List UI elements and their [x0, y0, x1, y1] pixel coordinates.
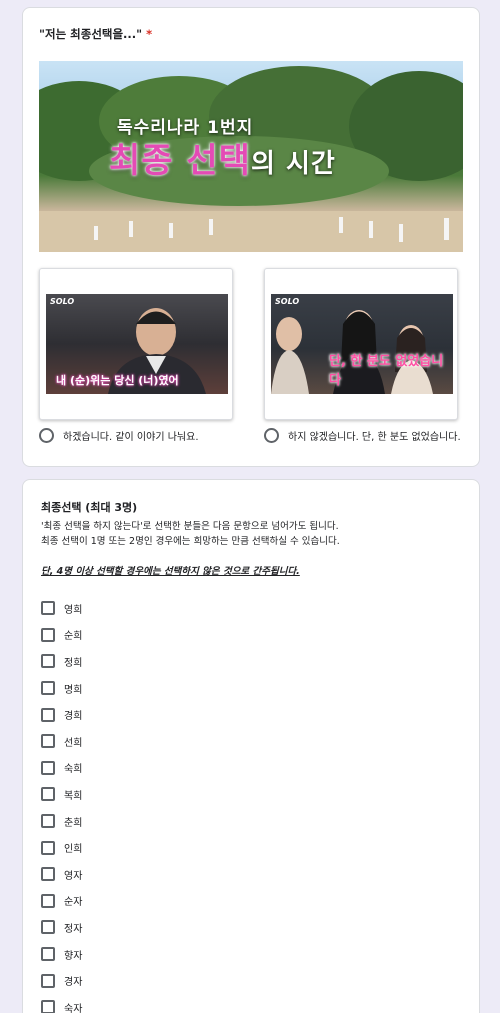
thumbnail-caption: 단, 한 분도 없었습니다	[329, 354, 444, 388]
checkbox-label: 춘희	[64, 817, 83, 829]
radio-option-no[interactable]: 하지 않겠습니다. 단, 한 분도 없었습니다.	[264, 428, 461, 443]
option-image-card-yes[interactable]: SOLO 내 (순)위는 당신 (너)였어	[39, 268, 233, 420]
checkbox-option[interactable]: 순희	[41, 622, 82, 649]
checkbox[interactable]	[41, 627, 55, 642]
radio-button[interactable]	[39, 428, 54, 443]
checkbox[interactable]	[41, 760, 55, 775]
checkbox-label: 인희	[64, 844, 83, 856]
solo-logo: SOLO	[275, 297, 300, 306]
checkbox-list: 영희순희정희명희경희선희숙희복희춘희인희영자순자정자향자경자숙자	[41, 595, 82, 1013]
checkbox-option[interactable]: 경희	[41, 701, 82, 728]
question-card-final-choice-select: 최종선택 (최대 3명) '최종 선택을 하지 않는다'로 선택한 분들은 다음…	[22, 479, 480, 1013]
checkbox[interactable]	[41, 787, 55, 802]
checkbox-label: 숙자	[64, 1003, 83, 1013]
checkbox[interactable]	[41, 920, 55, 935]
checkbox-option[interactable]: 향자	[41, 941, 82, 968]
checkbox-option[interactable]: 경자	[41, 967, 82, 994]
question-description-line: 최종 선택이 1명 또는 2명인 경우에는 희망하는 만큼 선택하실 수 있습니…	[41, 536, 340, 547]
checkbox-label: 순희	[64, 631, 83, 643]
checkbox-label: 영희	[64, 604, 83, 616]
checkbox-option[interactable]: 숙자	[41, 994, 82, 1013]
question-description-line: '최종 선택을 하지 않는다'로 선택한 분들은 다음 문항으로 넘어가도 됩니…	[41, 521, 339, 532]
question-warning: 단, 4명 이상 선택할 경우에는 선택하지 않은 것으로 간주됩니다.	[41, 566, 300, 577]
option-thumbnail-no: SOLO 단, 한 분도 없었습니다	[271, 294, 453, 394]
radio-button[interactable]	[264, 428, 279, 443]
checkbox-option[interactable]: 정자	[41, 914, 82, 941]
checkbox-label: 순자	[64, 897, 83, 909]
checkbox-option[interactable]: 춘희	[41, 808, 82, 835]
checkbox[interactable]	[41, 867, 55, 882]
checkbox-label: 영자	[64, 870, 83, 882]
thumbnail-caption: 내 (순)위는 당신 (너)였어	[56, 374, 179, 387]
checkbox-option[interactable]: 영자	[41, 861, 82, 888]
checkbox-option[interactable]: 순자	[41, 888, 82, 915]
checkbox-label: 복희	[64, 790, 83, 802]
question-title: "저는 최종선택을..." *	[39, 27, 153, 41]
checkbox[interactable]	[41, 734, 55, 749]
option-image-card-no[interactable]: SOLO 단, 한 분도 없었습니다	[264, 268, 458, 420]
radio-label: 하지 않겠습니다. 단, 한 분도 없었습니다.	[288, 432, 461, 443]
radio-option-yes[interactable]: 하겠습니다. 같이 이야기 나눠요.	[39, 428, 199, 443]
solo-logo: SOLO	[50, 297, 75, 306]
checkbox-label: 선희	[64, 737, 83, 749]
checkbox-label: 정희	[64, 657, 83, 669]
checkbox-option[interactable]: 영희	[41, 595, 82, 622]
checkbox[interactable]	[41, 893, 55, 908]
checkbox-label: 경희	[64, 711, 83, 723]
question-card-final-choice: "저는 최종선택을..." * 독수리나라 1번지 최종 선택의 시간 SOLO…	[22, 7, 480, 467]
checkbox[interactable]	[41, 814, 55, 829]
checkbox[interactable]	[41, 947, 55, 962]
option-thumbnail-yes: SOLO 내 (순)위는 당신 (너)였어	[46, 294, 228, 394]
checkbox-option[interactable]: 선희	[41, 728, 82, 755]
checkbox[interactable]	[41, 840, 55, 855]
checkbox[interactable]	[41, 681, 55, 696]
checkbox-label: 정자	[64, 923, 83, 935]
checkbox-label: 숙희	[64, 764, 83, 776]
checkbox-option[interactable]: 복희	[41, 781, 82, 808]
question-banner-image: 독수리나라 1번지 최종 선택의 시간	[39, 61, 463, 252]
radio-label: 하겠습니다. 같이 이야기 나눠요.	[63, 432, 199, 443]
checkbox-option[interactable]: 명희	[41, 675, 82, 702]
question-title: 최종선택 (최대 3명)	[41, 501, 138, 514]
checkbox[interactable]	[41, 1000, 55, 1013]
required-mark: *	[146, 27, 153, 41]
checkbox-option[interactable]: 정희	[41, 648, 82, 675]
banner-title: 최종 선택의 시간	[109, 141, 336, 181]
checkbox-option[interactable]: 숙희	[41, 755, 82, 782]
checkbox[interactable]	[41, 973, 55, 988]
checkbox-option[interactable]: 인희	[41, 834, 82, 861]
checkbox-label: 향자	[64, 950, 83, 962]
checkbox-label: 경자	[64, 977, 83, 989]
checkbox[interactable]	[41, 601, 55, 616]
checkbox[interactable]	[41, 707, 55, 722]
checkbox-label: 명희	[64, 684, 83, 696]
checkbox[interactable]	[41, 654, 55, 669]
